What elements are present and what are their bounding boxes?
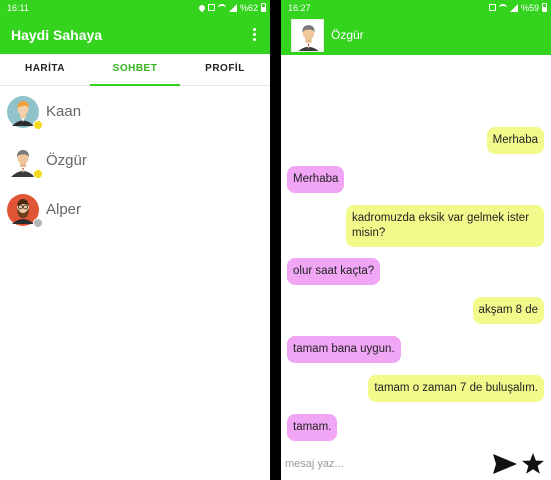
chat-screen: 16:27 %59 Özgür Merhaba Merhaba kadromuz…	[281, 0, 551, 480]
status-time: 16:11	[7, 2, 29, 13]
gray-hair-man-avatar-icon	[292, 19, 323, 51]
location-icon	[197, 3, 207, 12]
contact-item-alper[interactable]: Alper	[0, 185, 270, 234]
message-received: tamam bana uygun.	[287, 336, 401, 363]
message-received: tamam.	[287, 414, 338, 441]
battery-percent: %62	[239, 2, 258, 13]
presence-offline-indicator	[33, 217, 43, 228]
send-icon[interactable]	[492, 453, 518, 475]
message-received: Merhaba	[287, 166, 345, 193]
chat-contact-name: Özgür	[331, 28, 364, 42]
status-time: 16:27	[288, 2, 311, 13]
battery-percent: %59	[520, 2, 539, 13]
wifi-icon	[498, 4, 507, 11]
signal-icon	[509, 3, 518, 12]
battery-icon	[542, 3, 547, 12]
tab-sohbet[interactable]: SOHBET	[90, 54, 180, 86]
status-bar: 16:11 %62	[0, 0, 270, 15]
status-bar: 16:27 %59	[281, 0, 551, 15]
message-sent: kadromuzda eksik var gelmek ister misin?	[346, 205, 544, 247]
presence-online-indicator	[33, 119, 43, 130]
message-input[interactable]	[285, 458, 492, 470]
avatar	[7, 193, 43, 228]
mute-icon	[207, 4, 215, 11]
message-composer	[281, 448, 551, 480]
wifi-icon	[217, 4, 226, 11]
contact-item-kaan[interactable]: Kaan	[0, 87, 270, 136]
contacts-screen: 16:11 %62 Haydi Sahaya HARİTA SOHBET PRO…	[0, 0, 270, 480]
app-bar: Haydi Sahaya	[0, 15, 270, 54]
message-received: olur saat kaçta?	[287, 258, 381, 285]
mute-icon	[488, 4, 496, 11]
tab-bar: HARİTA SOHBET PROFİL	[0, 54, 270, 86]
message-sent: akşam 8 de	[472, 297, 544, 324]
chat-header: Özgür	[281, 15, 551, 55]
avatar	[7, 144, 43, 179]
contact-name: Kaan	[46, 103, 82, 120]
signal-icon	[228, 3, 237, 12]
tab-harita[interactable]: HARİTA	[0, 54, 90, 85]
message-sent: Merhaba	[486, 127, 544, 154]
more-vert-icon[interactable]	[249, 24, 260, 45]
message-sent: tamam o zaman 7 de buluşalım.	[368, 375, 544, 402]
contact-name: Özgür	[46, 152, 87, 169]
presence-online-indicator	[33, 168, 43, 179]
app-title: Haydi Sahaya	[11, 26, 103, 43]
contact-item-ozgur[interactable]: Özgür	[0, 136, 270, 185]
status-icons: %62	[197, 2, 266, 13]
contact-name: Alper	[46, 201, 82, 218]
battery-icon	[261, 3, 266, 12]
chat-avatar[interactable]	[291, 18, 324, 52]
tab-profil[interactable]: PROFİL	[180, 54, 270, 85]
star-icon[interactable]	[521, 452, 545, 476]
status-icons: %59	[488, 2, 547, 13]
avatar	[7, 95, 43, 130]
